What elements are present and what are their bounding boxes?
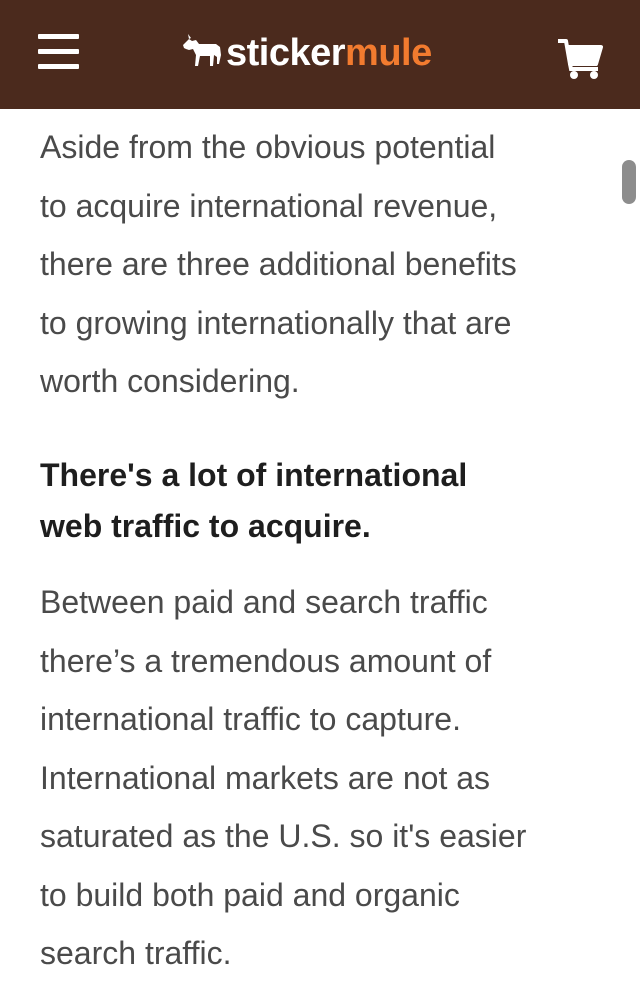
logo-text-sticker: sticker: [226, 31, 346, 74]
cart-glyph: [558, 39, 603, 79]
paragraph-line: saturated as the U.S. so it's easier: [40, 818, 527, 854]
body-paragraph: Between paid and search traffic there’s …: [40, 573, 526, 983]
paragraph-line: there’s a tremendous amount of: [40, 642, 492, 679]
scrollbar-thumb[interactable]: [622, 160, 636, 204]
paragraph-line: to growing internationally that are: [40, 304, 512, 341]
intro-paragraph: Aside from the obvious potential to acqu…: [40, 118, 610, 411]
section-heading: There's a lot of international web traff…: [40, 450, 467, 552]
shopping-cart-icon[interactable]: [556, 36, 604, 80]
menu-bar-top: [38, 34, 79, 39]
paragraph-line: international traffic to capture.: [40, 701, 461, 737]
top-navigation-bar: sticker mule: [0, 0, 640, 109]
heading-line: web traffic to acquire.: [40, 508, 371, 544]
paragraph-line: search traffic.: [40, 935, 232, 971]
paragraph-line: Aside from the obvious potential: [40, 129, 496, 165]
paragraph-line: to build both paid and organic: [40, 876, 460, 913]
heading-line: There's a lot of international: [40, 457, 468, 493]
hamburger-menu-icon[interactable]: [36, 32, 82, 74]
paragraph-line: International markets are not as: [40, 759, 491, 796]
article-content: Aside from the obvious potential to acqu…: [40, 118, 610, 971]
logo-text-mule: mule: [345, 31, 432, 74]
mule-icon: [183, 34, 221, 66]
menu-bar-middle: [38, 49, 79, 54]
paragraph-line: Between paid and search traffic: [40, 584, 488, 620]
menu-bar-bottom: [38, 64, 79, 69]
paragraph-line: worth considering.: [40, 363, 300, 399]
paragraph-line: to acquire international revenue,: [40, 187, 498, 224]
stickermule-logo[interactable]: sticker mule: [180, 28, 432, 78]
paragraph-line: there are three additional benefits: [40, 246, 517, 282]
